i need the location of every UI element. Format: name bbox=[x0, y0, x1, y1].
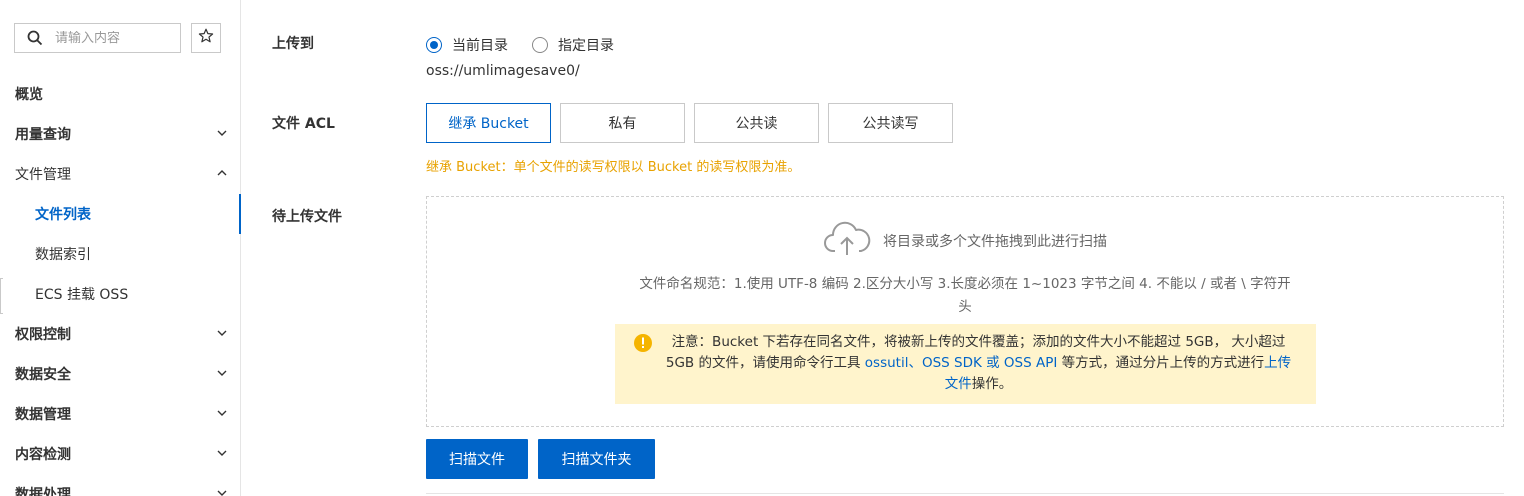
search-icon bbox=[15, 30, 55, 46]
sidebar-item-content-detection[interactable]: 内容检测 bbox=[0, 434, 240, 474]
sidebar: 概览 用量查询 文件管理 文件列表 数据索引 ECS 挂载 OSS 权限控制 数… bbox=[0, 0, 241, 496]
oss-upload-page: 概览 用量查询 文件管理 文件列表 数据索引 ECS 挂载 OSS 权限控制 数… bbox=[0, 0, 1524, 496]
sidebar-item-label: 数据处理 bbox=[15, 487, 71, 496]
sidebar-item-label: 数据管理 bbox=[15, 407, 71, 423]
chevron-down-icon bbox=[216, 127, 228, 143]
acl-options: 继承 Bucket 私有 公共读 公共读写 bbox=[426, 103, 962, 143]
naming-rules: 文件命名规范：1.使用 UTF-8 编码 2.区分大小写 3.长度必须在 1~1… bbox=[615, 273, 1315, 319]
sidebar-item-ecs-mount[interactable]: ECS 挂载 OSS bbox=[0, 274, 240, 314]
star-icon bbox=[198, 28, 214, 48]
acl-inherit-bucket-button[interactable]: 继承 Bucket bbox=[426, 103, 551, 143]
chevron-down-icon bbox=[216, 487, 228, 496]
scan-files-button[interactable]: 扫描文件 bbox=[426, 439, 528, 479]
upload-notice: 注意：Bucket 下若存在同名文件，将被新上传的文件覆盖；添加的文件大小不能超… bbox=[615, 324, 1316, 404]
scan-folder-button[interactable]: 扫描文件夹 bbox=[538, 439, 655, 479]
sidebar-item-usage[interactable]: 用量查询 bbox=[0, 114, 240, 154]
sidebar-item-file-list[interactable]: 文件列表 bbox=[0, 194, 241, 234]
search-box[interactable] bbox=[14, 23, 181, 53]
acl-hint: 继承 Bucket：单个文件的读写权限以 Bucket 的读写权限为准。 bbox=[426, 160, 801, 175]
pending-files-label: 待上传文件 bbox=[272, 209, 342, 225]
radio-label: 指定目录 bbox=[558, 38, 614, 54]
cloud-upload-icon bbox=[823, 221, 871, 261]
acl-public-read-button[interactable]: 公共读 bbox=[694, 103, 819, 143]
sidebar-item-access-control[interactable]: 权限控制 bbox=[0, 314, 240, 354]
acl-private-button[interactable]: 私有 bbox=[560, 103, 685, 143]
sidebar-item-data-processing[interactable]: 数据处理 bbox=[0, 474, 240, 496]
favorite-button[interactable] bbox=[191, 23, 221, 53]
upload-to-label: 上传到 bbox=[272, 36, 314, 52]
sidebar-item-label: 内容检测 bbox=[15, 447, 71, 463]
sidebar-item-file-management[interactable]: 文件管理 bbox=[0, 154, 240, 194]
sidebar-item-label: ECS 挂载 OSS bbox=[35, 287, 129, 303]
sidebar-item-data-management[interactable]: 数据管理 bbox=[0, 394, 240, 434]
chevron-down-icon bbox=[216, 367, 228, 383]
radio-label: 当前目录 bbox=[452, 38, 508, 54]
acl-label: 文件 ACL bbox=[272, 116, 335, 132]
chevron-up-icon bbox=[216, 167, 228, 183]
upload-path: oss://umlimagesave0/ bbox=[426, 63, 580, 79]
sidebar-item-label: 权限控制 bbox=[15, 327, 71, 343]
chevron-down-icon bbox=[216, 407, 228, 423]
drop-hint-text: 将目录或多个文件拖拽到此进行扫描 bbox=[883, 234, 1107, 250]
sidebar-item-label: 用量查询 bbox=[15, 127, 71, 143]
sidebar-item-data-index[interactable]: 数据索引 bbox=[0, 234, 240, 274]
sidebar-item-label: 数据索引 bbox=[35, 247, 91, 263]
chevron-down-icon bbox=[216, 327, 228, 343]
acl-public-read-write-button[interactable]: 公共读写 bbox=[828, 103, 953, 143]
sidebar-item-data-security[interactable]: 数据安全 bbox=[0, 354, 240, 394]
sidebar-item-overview[interactable]: 概览 bbox=[0, 74, 240, 114]
sidebar-item-label: 文件列表 bbox=[35, 207, 91, 223]
cli-tools-link[interactable]: ossutil、OSS SDK 或 OSS API bbox=[865, 355, 1058, 371]
search-input[interactable] bbox=[55, 30, 173, 46]
naming-rules-line-2: 头 bbox=[958, 299, 972, 315]
notice-text: 操作。 bbox=[971, 376, 1013, 392]
drop-hint: 将目录或多个文件拖拽到此进行扫描 bbox=[427, 221, 1503, 261]
sidebar-item-label: 文件管理 bbox=[15, 167, 71, 183]
file-drop-zone[interactable]: 将目录或多个文件拖拽到此进行扫描 文件命名规范：1.使用 UTF-8 编码 2.… bbox=[426, 196, 1504, 427]
sidebar-item-label: 概览 bbox=[15, 87, 43, 103]
radio-checked-icon bbox=[426, 37, 442, 53]
notice-text: 等方式，通过分片上传的方式进行 bbox=[1057, 355, 1265, 371]
upload-target-radio-group: 当前目录 指定目录 bbox=[426, 35, 638, 55]
sidebar-item-label: 数据安全 bbox=[15, 367, 71, 383]
warning-icon bbox=[634, 334, 652, 359]
radio-specified-directory[interactable]: 指定目录 bbox=[532, 35, 614, 55]
radio-unchecked-icon bbox=[532, 37, 548, 53]
collapse-handle[interactable] bbox=[0, 278, 3, 314]
radio-current-directory[interactable]: 当前目录 bbox=[426, 35, 508, 55]
chevron-down-icon bbox=[216, 447, 228, 463]
divider bbox=[426, 493, 1504, 494]
naming-rules-line-1: 文件命名规范：1.使用 UTF-8 编码 2.区分大小写 3.长度必须在 1~1… bbox=[639, 276, 1291, 292]
